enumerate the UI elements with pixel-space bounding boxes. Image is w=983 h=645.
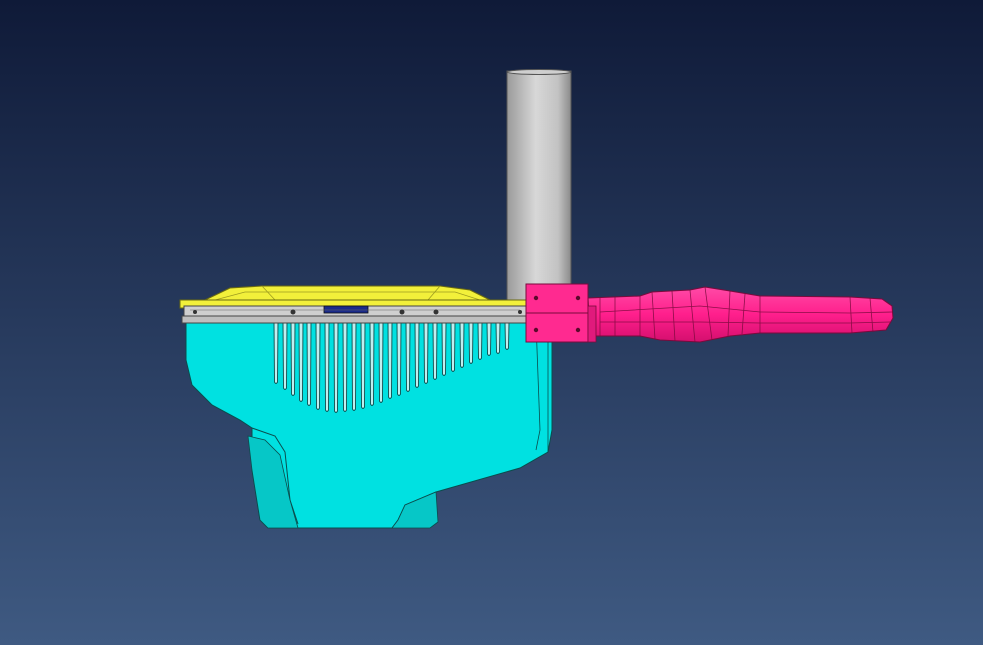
heat-sink-fin <box>477 321 483 360</box>
cad-viewport[interactable] <box>0 0 983 645</box>
heat-sink-fin <box>315 321 321 410</box>
heat-sink-fin <box>342 321 348 412</box>
heat-sink-fin <box>360 321 366 409</box>
heat-sink-fin <box>290 321 296 396</box>
heat-sink-fin <box>369 321 375 406</box>
heat-sink-fin <box>298 321 304 402</box>
heat-sink-fin <box>459 321 465 368</box>
heat-sink-fin <box>504 321 510 350</box>
heat-sink-fin <box>387 321 393 399</box>
mounting-pole[interactable] <box>506 69 572 312</box>
heat-sink-fin <box>450 321 456 372</box>
heat-sink-fin <box>495 321 501 354</box>
heat-sink-fin <box>273 321 279 384</box>
heat-sink-fin <box>351 321 357 411</box>
heat-sink-fin <box>405 321 411 392</box>
heat-sink-fin <box>333 321 339 413</box>
heat-sink-fin <box>468 321 474 364</box>
pole-clamp-bracket[interactable] <box>525 283 597 343</box>
heat-sink-fin <box>414 321 420 388</box>
heat-sink-fin <box>396 321 402 396</box>
heat-sink-fin <box>486 321 492 356</box>
heat-sink-fin <box>282 321 288 390</box>
mounting-rail[interactable] <box>179 299 531 324</box>
heat-sink-fin <box>432 321 438 380</box>
lamp-lid[interactable] <box>204 285 491 301</box>
heat-sink-fin <box>324 321 330 412</box>
heat-sink-fin <box>441 321 447 376</box>
heat-sink-fin <box>378 321 384 403</box>
heat-sink-fin <box>423 321 429 384</box>
heat-sink-fin <box>306 321 312 406</box>
cad-scene[interactable] <box>0 0 983 645</box>
